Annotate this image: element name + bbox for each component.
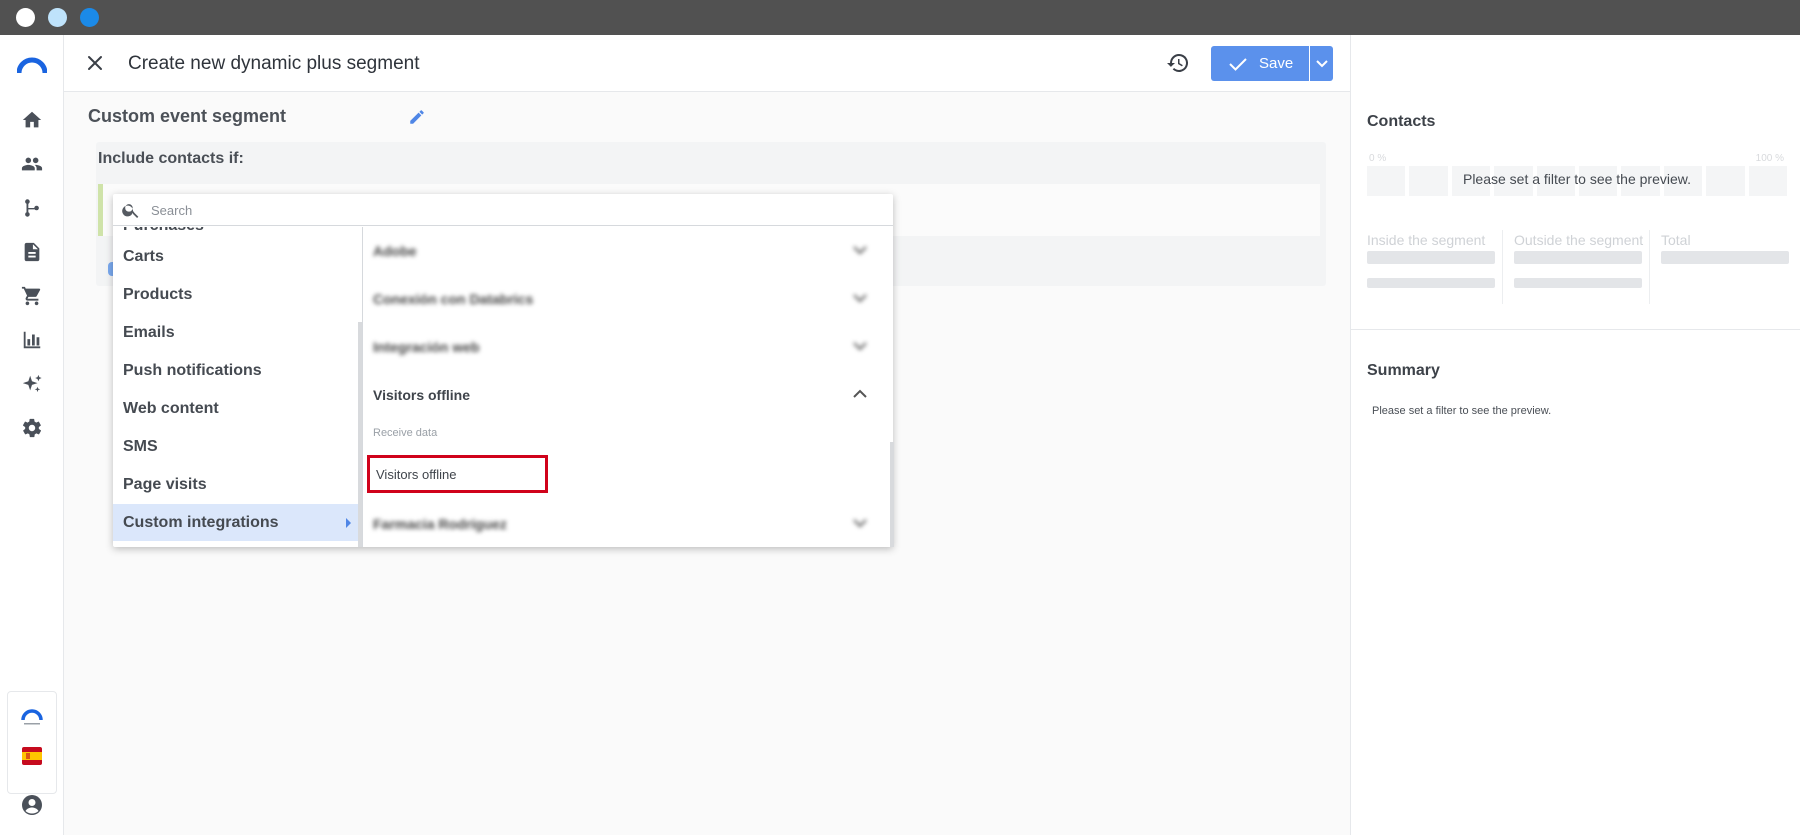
integration-scrollbar[interactable]: [890, 442, 894, 547]
integration-label: Integración web: [373, 339, 480, 355]
contacts-heading: Contacts: [1367, 113, 1436, 130]
automation-flow-icon[interactable]: [20, 196, 44, 220]
filter-search-input[interactable]: [151, 198, 851, 222]
section-divider: [1351, 329, 1800, 330]
integration-label: Visitors offline: [373, 387, 470, 403]
inside-skeleton-1: [1367, 251, 1495, 264]
chevron-down-icon: [853, 342, 867, 351]
event-option-visitors-offline[interactable]: Visitors offline: [367, 455, 548, 493]
integration-row-databrics[interactable]: Conexión con Databrics: [363, 275, 883, 323]
stat-divider: [1649, 230, 1650, 304]
integration-list: Adobe Conexión con Databrics Integración…: [363, 227, 893, 547]
category-item-push-notifications[interactable]: Push notifications: [113, 352, 359, 389]
category-item-label: Custom integrations: [123, 513, 279, 531]
account-switcher[interactable]: [7, 691, 57, 794]
home-icon[interactable]: [20, 108, 44, 132]
summary-empty-message: Please set a filter to see the preview.: [1372, 405, 1552, 417]
category-list: Purchases Carts Products Emails Push not…: [113, 227, 361, 547]
category-item-products[interactable]: Products: [113, 276, 359, 313]
save-button-label: Save: [1259, 55, 1294, 72]
chevron-down-icon: [853, 519, 867, 528]
category-item-custom-integrations[interactable]: Custom integrations: [113, 504, 359, 541]
outside-skeleton-2: [1514, 278, 1642, 288]
analytics-chart-icon[interactable]: [20, 328, 44, 352]
settings-gear-icon[interactable]: [20, 416, 44, 440]
segment-name: Custom event segment: [88, 106, 287, 126]
ai-sparkle-icon[interactable]: [20, 372, 44, 396]
category-item-sms[interactable]: SMS: [113, 428, 359, 465]
outside-skeleton-1: [1514, 251, 1642, 264]
spain-flag-icon[interactable]: [22, 747, 42, 765]
outside-segment-label: Outside the segment: [1514, 232, 1644, 248]
checkmark-icon: [1229, 57, 1247, 71]
include-contacts-label: Include contacts if:: [98, 150, 244, 167]
category-item-carts[interactable]: Carts: [113, 238, 359, 275]
brand-logo-icon[interactable]: [17, 57, 47, 73]
percent-min-label: 0 %: [1369, 153, 1387, 164]
chevron-down-icon: [1315, 59, 1328, 67]
chevron-up-icon: [853, 389, 867, 398]
window-close-dot[interactable]: [16, 8, 35, 27]
inside-skeleton-2: [1367, 278, 1495, 288]
brand-mini-logo-icon: [21, 709, 43, 725]
window-maximize-dot[interactable]: [80, 8, 99, 27]
integration-row-web[interactable]: Integración web: [363, 323, 883, 371]
total-skeleton: [1661, 251, 1789, 264]
contacts-empty-message: Please set a filter to see the preview.: [1462, 171, 1691, 187]
user-avatar-icon[interactable]: [20, 793, 44, 817]
shopping-cart-icon[interactable]: [20, 284, 44, 308]
caret-right-icon: [346, 518, 351, 528]
category-item-emails[interactable]: Emails: [113, 314, 359, 351]
stat-divider: [1502, 230, 1503, 304]
inside-segment-label: Inside the segment: [1367, 232, 1486, 248]
summary-heading: Summary: [1367, 362, 1440, 379]
close-icon[interactable]: [84, 52, 106, 74]
preview-panel: Contacts 0 % 100 % Please set a filter t…: [1350, 35, 1800, 835]
category-item-page-visits[interactable]: Page visits: [113, 466, 359, 503]
editor-header: Create new dynamic plus segment Save: [64, 35, 1350, 92]
integration-label: Adobe: [373, 243, 417, 259]
window-titlebar: [0, 0, 1800, 35]
contacts-icon[interactable]: [20, 152, 44, 176]
category-scrollbar[interactable]: [358, 322, 362, 547]
percent-max-label: 100 %: [1755, 153, 1784, 164]
integration-label: Conexión con Databrics: [373, 291, 534, 307]
window-minimize-dot[interactable]: [48, 8, 67, 27]
integration-label: Farmacia Rodríguez: [373, 516, 507, 532]
total-label: Total: [1661, 232, 1691, 248]
integration-row-visitors-offline[interactable]: Visitors offline: [363, 371, 883, 419]
integration-row-farmacia[interactable]: Farmacia Rodríguez: [363, 500, 883, 547]
search-icon: [122, 204, 139, 218]
save-options-dropdown-button[interactable]: [1310, 46, 1333, 81]
filter-search-row: [113, 194, 893, 226]
category-item-partial[interactable]: Purchases: [123, 227, 204, 235]
left-nav-rail: [0, 35, 64, 835]
edit-pencil-icon[interactable]: [408, 108, 426, 126]
filter-picker-dropdown: Purchases Carts Products Emails Push not…: [113, 194, 893, 547]
integration-row-adobe[interactable]: Adobe: [363, 227, 883, 275]
chevron-down-icon: [853, 294, 867, 303]
save-button[interactable]: Save: [1211, 46, 1309, 81]
content-document-icon[interactable]: [20, 240, 44, 264]
history-restore-icon[interactable]: [1166, 51, 1190, 75]
chevron-down-icon: [853, 246, 867, 255]
event-group-label: Receive data: [373, 427, 438, 439]
page-title: Create new dynamic plus segment: [128, 53, 420, 74]
category-item-web-content[interactable]: Web content: [113, 390, 359, 427]
